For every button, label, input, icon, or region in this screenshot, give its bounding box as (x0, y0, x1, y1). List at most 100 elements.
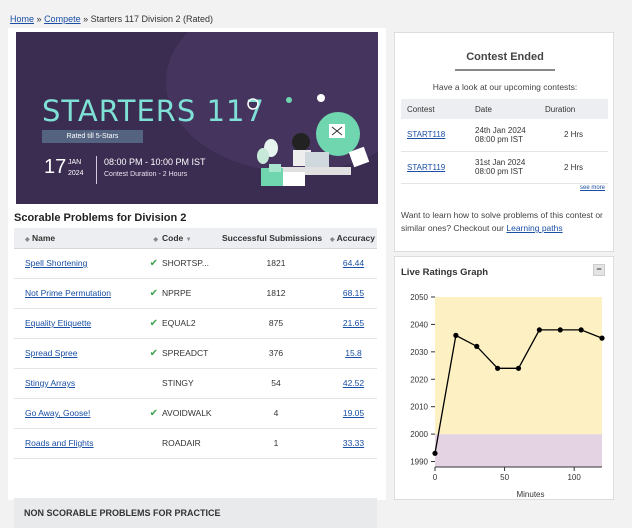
rating-point (432, 450, 438, 456)
accuracy-link[interactable]: 64.44 (343, 258, 364, 268)
problem-name-link[interactable]: Not Prime Permutation (25, 288, 111, 298)
rating-point (557, 327, 563, 333)
learning-paths-link[interactable]: Learning paths (506, 223, 562, 233)
banner-month: JAN (68, 159, 82, 166)
column-header-contest: Contest (401, 99, 469, 119)
section-title: Scorable Problems for Division 2 (14, 212, 187, 224)
contest-link[interactable]: START118 (407, 130, 445, 139)
y-tick-label: 2020 (410, 375, 428, 384)
table-row: START118 24th Jan 2024 08:00 pm IST 2 Hrs (401, 119, 608, 152)
rating-point (495, 365, 501, 371)
successful-submissions: 54 (222, 368, 330, 399)
breadcrumb: Home » Compete » Starters 117 Division 2… (10, 14, 213, 24)
learning-paths-text: Want to learn how to solve problems of t… (401, 210, 603, 233)
problem-name-link[interactable]: Stingy Arrays (25, 378, 75, 388)
accuracy-link[interactable]: 19.05 (343, 408, 364, 418)
solved-check-icon: ✔ (149, 407, 158, 419)
rating-point (515, 365, 522, 371)
rating-point (536, 327, 542, 333)
successful-submissions: 4 (222, 398, 330, 429)
contest-date: 24th Jan 2024 08:00 pm IST (469, 119, 539, 152)
problem-name-link[interactable]: Equality Etiquette (25, 318, 91, 328)
banner-duration: Contest Duration - 2 Hours (104, 171, 188, 178)
x-tick-label: 50 (500, 473, 509, 482)
contest-ended-heading: Contest Ended (455, 51, 555, 71)
accuracy-link[interactable]: 42.52 (343, 378, 364, 388)
problem-code: ROADAIR (162, 428, 222, 459)
y-tick-label: 1990 (410, 458, 428, 467)
table-row: Equality Etiquette ✔ EQUAL2 875 21.65 (14, 308, 377, 339)
successful-submissions: 376 (222, 338, 330, 369)
contest-banner: STARTERS 117 Rated till 5-Stars 17 JAN 2… (16, 32, 378, 204)
y-tick-label: 2040 (410, 320, 428, 329)
contest-duration: 2 Hrs (539, 119, 608, 152)
upcoming-contests-table: Contest Date Duration START118 24th Jan … (401, 99, 608, 184)
column-header-status: ◆ (132, 228, 162, 249)
problem-code: NPRPE (162, 278, 222, 309)
banner-divider (96, 156, 97, 184)
contest-status-panel: Contest Ended Have a look at our upcomin… (394, 32, 614, 252)
problem-name-link[interactable]: Spell Shortening (25, 258, 87, 268)
table-row: Stingy Arrays STINGY 54 42.52 (14, 368, 377, 399)
problem-code: STINGY (162, 368, 222, 399)
ratings-chart: 1990 2000 2010 2020 2030 2040 2050 0 50 100 Minute… (410, 293, 605, 499)
coder-illustration-icon (247, 94, 370, 186)
breadcrumb-compete-link[interactable]: Compete (44, 14, 81, 24)
rated-badge: Rated till 5-Stars (42, 130, 143, 143)
rating-point (453, 332, 459, 338)
column-header-duration: Duration (539, 99, 608, 119)
rating-band (435, 297, 602, 435)
column-header-accuracy[interactable]: ◆ Accuracy (330, 228, 377, 249)
upcoming-text: Have a look at our upcoming contests: (432, 82, 578, 92)
live-ratings-panel: Live Ratings Graph − 1990 2000 2010 2020 203… (394, 256, 614, 500)
column-header-submissions[interactable]: Successful Submissions (222, 228, 330, 249)
y-tick-label: 2000 (410, 430, 428, 439)
contest-duration: 2 Hrs (539, 151, 608, 184)
sort-icon: ◆ (25, 236, 30, 243)
problem-name-link[interactable]: Spread Spree (25, 348, 77, 358)
banner-day: 17 (44, 156, 67, 178)
problem-code: AVOIDWALK (162, 398, 222, 429)
solved-check-icon: ✔ (149, 257, 158, 269)
y-tick-label: 2010 (410, 403, 428, 412)
see-more-link[interactable]: see more (580, 185, 605, 191)
table-row: Not Prime Permutation ✔ NPRPE 1812 68.15 (14, 278, 377, 309)
accuracy-link[interactable]: 68.15 (343, 288, 364, 298)
x-tick-label: 100 (567, 473, 581, 482)
column-header-code[interactable]: Code ▼ (162, 228, 222, 249)
non-scorable-section-header[interactable]: NON SCORABLE PROBLEMS FOR PRACTICE (14, 498, 377, 528)
successful-submissions: 1 (222, 428, 330, 459)
table-row: START119 31st Jan 2024 08:00 pm IST 2 Hrs (401, 151, 608, 184)
successful-submissions: 875 (222, 308, 330, 339)
table-row: Spread Spree ✔ SPREADCT 376 15.8 (14, 338, 377, 369)
x-tick-label: 0 (433, 473, 438, 482)
problems-table: ◆ Name ◆ Code ▼ Successful Submissions ◆… (14, 228, 377, 459)
table-row: Go Away, Goose! ✔ AVOIDWALK 4 19.05 (14, 398, 377, 429)
solved-check-icon: ✔ (149, 287, 158, 299)
breadcrumb-home-link[interactable]: Home (10, 14, 34, 24)
solved-check-icon: ✔ (149, 347, 158, 359)
collapse-button[interactable]: − (593, 264, 605, 276)
column-header-name[interactable]: ◆ Name (14, 228, 132, 249)
contest-main-panel: STARTERS 117 Rated till 5-Stars 17 JAN 2… (8, 28, 386, 528)
problem-code: EQUAL2 (162, 308, 222, 339)
table-row: Roads and Flights ROADAIR 1 33.33 (14, 428, 377, 459)
accuracy-link[interactable]: 33.33 (343, 438, 364, 448)
banner-year: 2024 (68, 170, 84, 177)
accuracy-link[interactable]: 21.65 (343, 318, 364, 328)
contest-link[interactable]: START119 (407, 163, 445, 172)
breadcrumb-separator: » (36, 14, 42, 24)
breadcrumb-current: Starters 117 Division 2 (Rated) (90, 14, 214, 24)
solved-check-icon: ✔ (149, 317, 158, 329)
accuracy-link[interactable]: 15.8 (345, 348, 362, 358)
breadcrumb-separator: » (83, 14, 89, 24)
rating-point (578, 327, 584, 333)
sort-desc-icon: ▼ (185, 236, 192, 243)
table-row: Spell Shortening ✔ SHORTSP... 1821 64.44 (14, 248, 377, 279)
rating-band (435, 434, 602, 467)
problem-name-link[interactable]: Go Away, Goose! (25, 408, 90, 418)
successful-submissions: 1821 (222, 248, 330, 279)
contest-date: 31st Jan 2024 08:00 pm IST (469, 151, 539, 184)
column-header-date: Date (469, 99, 539, 119)
problem-name-link[interactable]: Roads and Flights (25, 438, 94, 448)
